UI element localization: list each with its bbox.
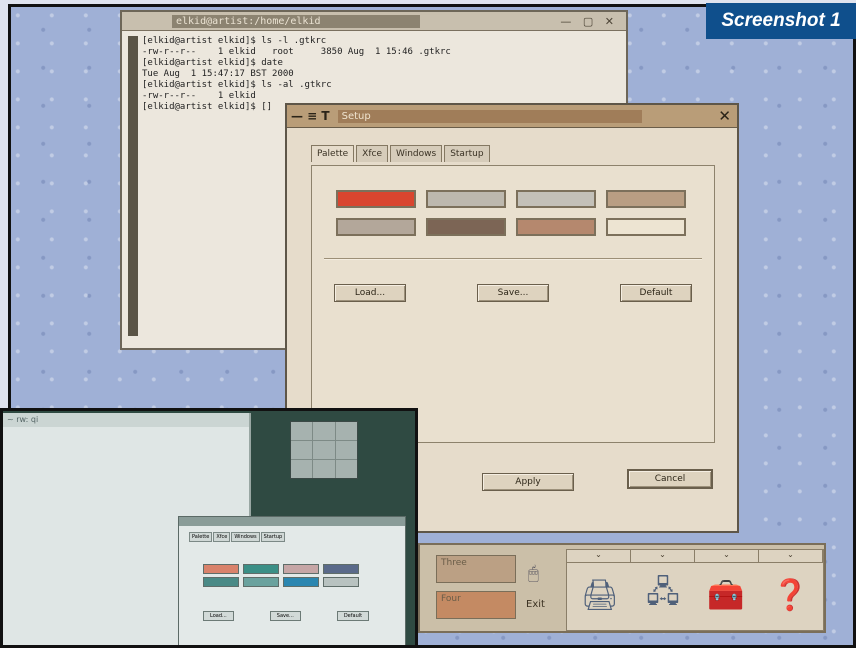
tab-startup[interactable]: Startup	[444, 145, 490, 162]
inset-window-title: ~ rw: qi	[3, 413, 249, 427]
mouse-icon[interactable]: 🖱	[528, 563, 539, 584]
popup-arrow[interactable]: ⌄	[695, 550, 759, 562]
launcher-popup-arrows: ⌄ ⌄ ⌄ ⌄	[567, 550, 823, 563]
help-icon[interactable]: ❓	[772, 578, 809, 613]
terminal-output[interactable]: [elkid@artist elkid]$ ls -l .gtkrc -rw-r…	[142, 36, 620, 113]
terminal-scrollbar[interactable]	[128, 36, 138, 336]
inset-button: Default	[336, 611, 370, 621]
inset-tab: Palette	[189, 532, 213, 542]
terminal-line: Tue Aug 1 15:47:17 BST 2000	[142, 69, 294, 79]
terminal-line: -rw-r--r-- 1 elkid root 3850 Aug 1 15:46…	[142, 47, 451, 57]
inset-titlebar	[179, 517, 405, 526]
color-swatch[interactable]	[516, 190, 596, 208]
setup-title: Setup	[337, 109, 642, 123]
terminal-titlebar[interactable]: elkid@artist:/home/elkid — ▢ ✕	[122, 12, 626, 31]
tab-xfce[interactable]: Xfce	[356, 145, 388, 162]
palette-panel: Load... Save... Default	[311, 165, 715, 443]
inset-tab: Xfce	[213, 532, 231, 542]
inset-tabs: Palette Xfce Windows Startup	[189, 532, 405, 542]
screenshot-caption: Screenshot 1	[706, 3, 856, 39]
desktop-three-button[interactable]: Three	[436, 555, 516, 583]
palette-swatches	[336, 190, 686, 236]
inset-setup-dialog: Palette Xfce Windows Startup Load... Sav…	[178, 516, 406, 645]
popup-arrow[interactable]: ⌄	[567, 550, 631, 562]
terminal-line: [elkid@artist elkid]$ ls -l .gtkrc	[142, 36, 327, 46]
window-menu-icon[interactable]: — ≡ T	[291, 109, 330, 123]
terminal-line: [elkid@artist elkid]$ date	[142, 58, 283, 68]
inset-button: Save...	[269, 611, 301, 621]
inset-pager	[290, 421, 358, 479]
second-screenshot: ~ rw: qi Palette Xfce Windows Startup Lo…	[0, 408, 418, 648]
setup-titlebar[interactable]: — ≡ T Setup ✕	[287, 105, 737, 128]
inset-buttons: Load... Save... Default	[203, 611, 370, 621]
launcher-tray: ⌄ ⌄ ⌄ ⌄ 🖨 🖧 🧰 ❓	[566, 549, 824, 631]
printer-icon[interactable]: 🖨	[581, 578, 619, 613]
window-controls[interactable]: — ▢ ✕	[560, 15, 618, 28]
color-swatch[interactable]	[336, 190, 416, 208]
color-swatch[interactable]	[606, 218, 686, 236]
inset-tab: Startup	[260, 532, 286, 542]
popup-arrow[interactable]: ⌄	[631, 550, 695, 562]
terminal-title: elkid@artist:/home/elkid	[172, 14, 420, 28]
color-swatch[interactable]	[516, 218, 596, 236]
terminal-line: -rw-r--r-- 1 elkid	[142, 91, 256, 101]
save-button[interactable]: Save...	[477, 284, 549, 302]
cancel-button[interactable]: Cancel	[627, 469, 713, 489]
divider	[324, 258, 702, 260]
close-icon[interactable]: ✕	[718, 107, 731, 125]
color-swatch[interactable]	[426, 190, 506, 208]
popup-arrow[interactable]: ⌄	[759, 550, 823, 562]
color-swatch[interactable]	[336, 218, 416, 236]
launcher-icons: 🖨 🖧 🧰 ❓	[567, 563, 823, 627]
inset-swatches	[203, 564, 359, 587]
toolbox-icon[interactable]: 🧰	[707, 578, 744, 613]
apply-button[interactable]: Apply	[482, 473, 574, 491]
color-swatch[interactable]	[426, 218, 506, 236]
setup-tabs: Palette Xfce Windows Startup	[311, 145, 492, 162]
exit-button[interactable]: Exit	[526, 599, 545, 610]
color-swatch[interactable]	[606, 190, 686, 208]
terminal-line: [elkid@artist elkid]$ ls -al .gtkrc	[142, 80, 332, 90]
tab-windows[interactable]: Windows	[390, 145, 443, 162]
xfce-panel: Three Four 🖱 Exit ⌄ ⌄ ⌄ ⌄ 🖨 🖧 🧰 ❓	[418, 543, 826, 633]
palette-buttons: Load... Save... Default	[334, 284, 692, 302]
desktop-four-button[interactable]: Four	[436, 591, 516, 619]
default-button[interactable]: Default	[620, 284, 692, 302]
network-icon[interactable]: 🖧	[646, 570, 679, 621]
tab-palette[interactable]: Palette	[311, 145, 355, 162]
inset-tab: Windows	[231, 532, 260, 542]
inset-button: Load...	[203, 611, 234, 621]
load-button[interactable]: Load...	[334, 284, 406, 302]
